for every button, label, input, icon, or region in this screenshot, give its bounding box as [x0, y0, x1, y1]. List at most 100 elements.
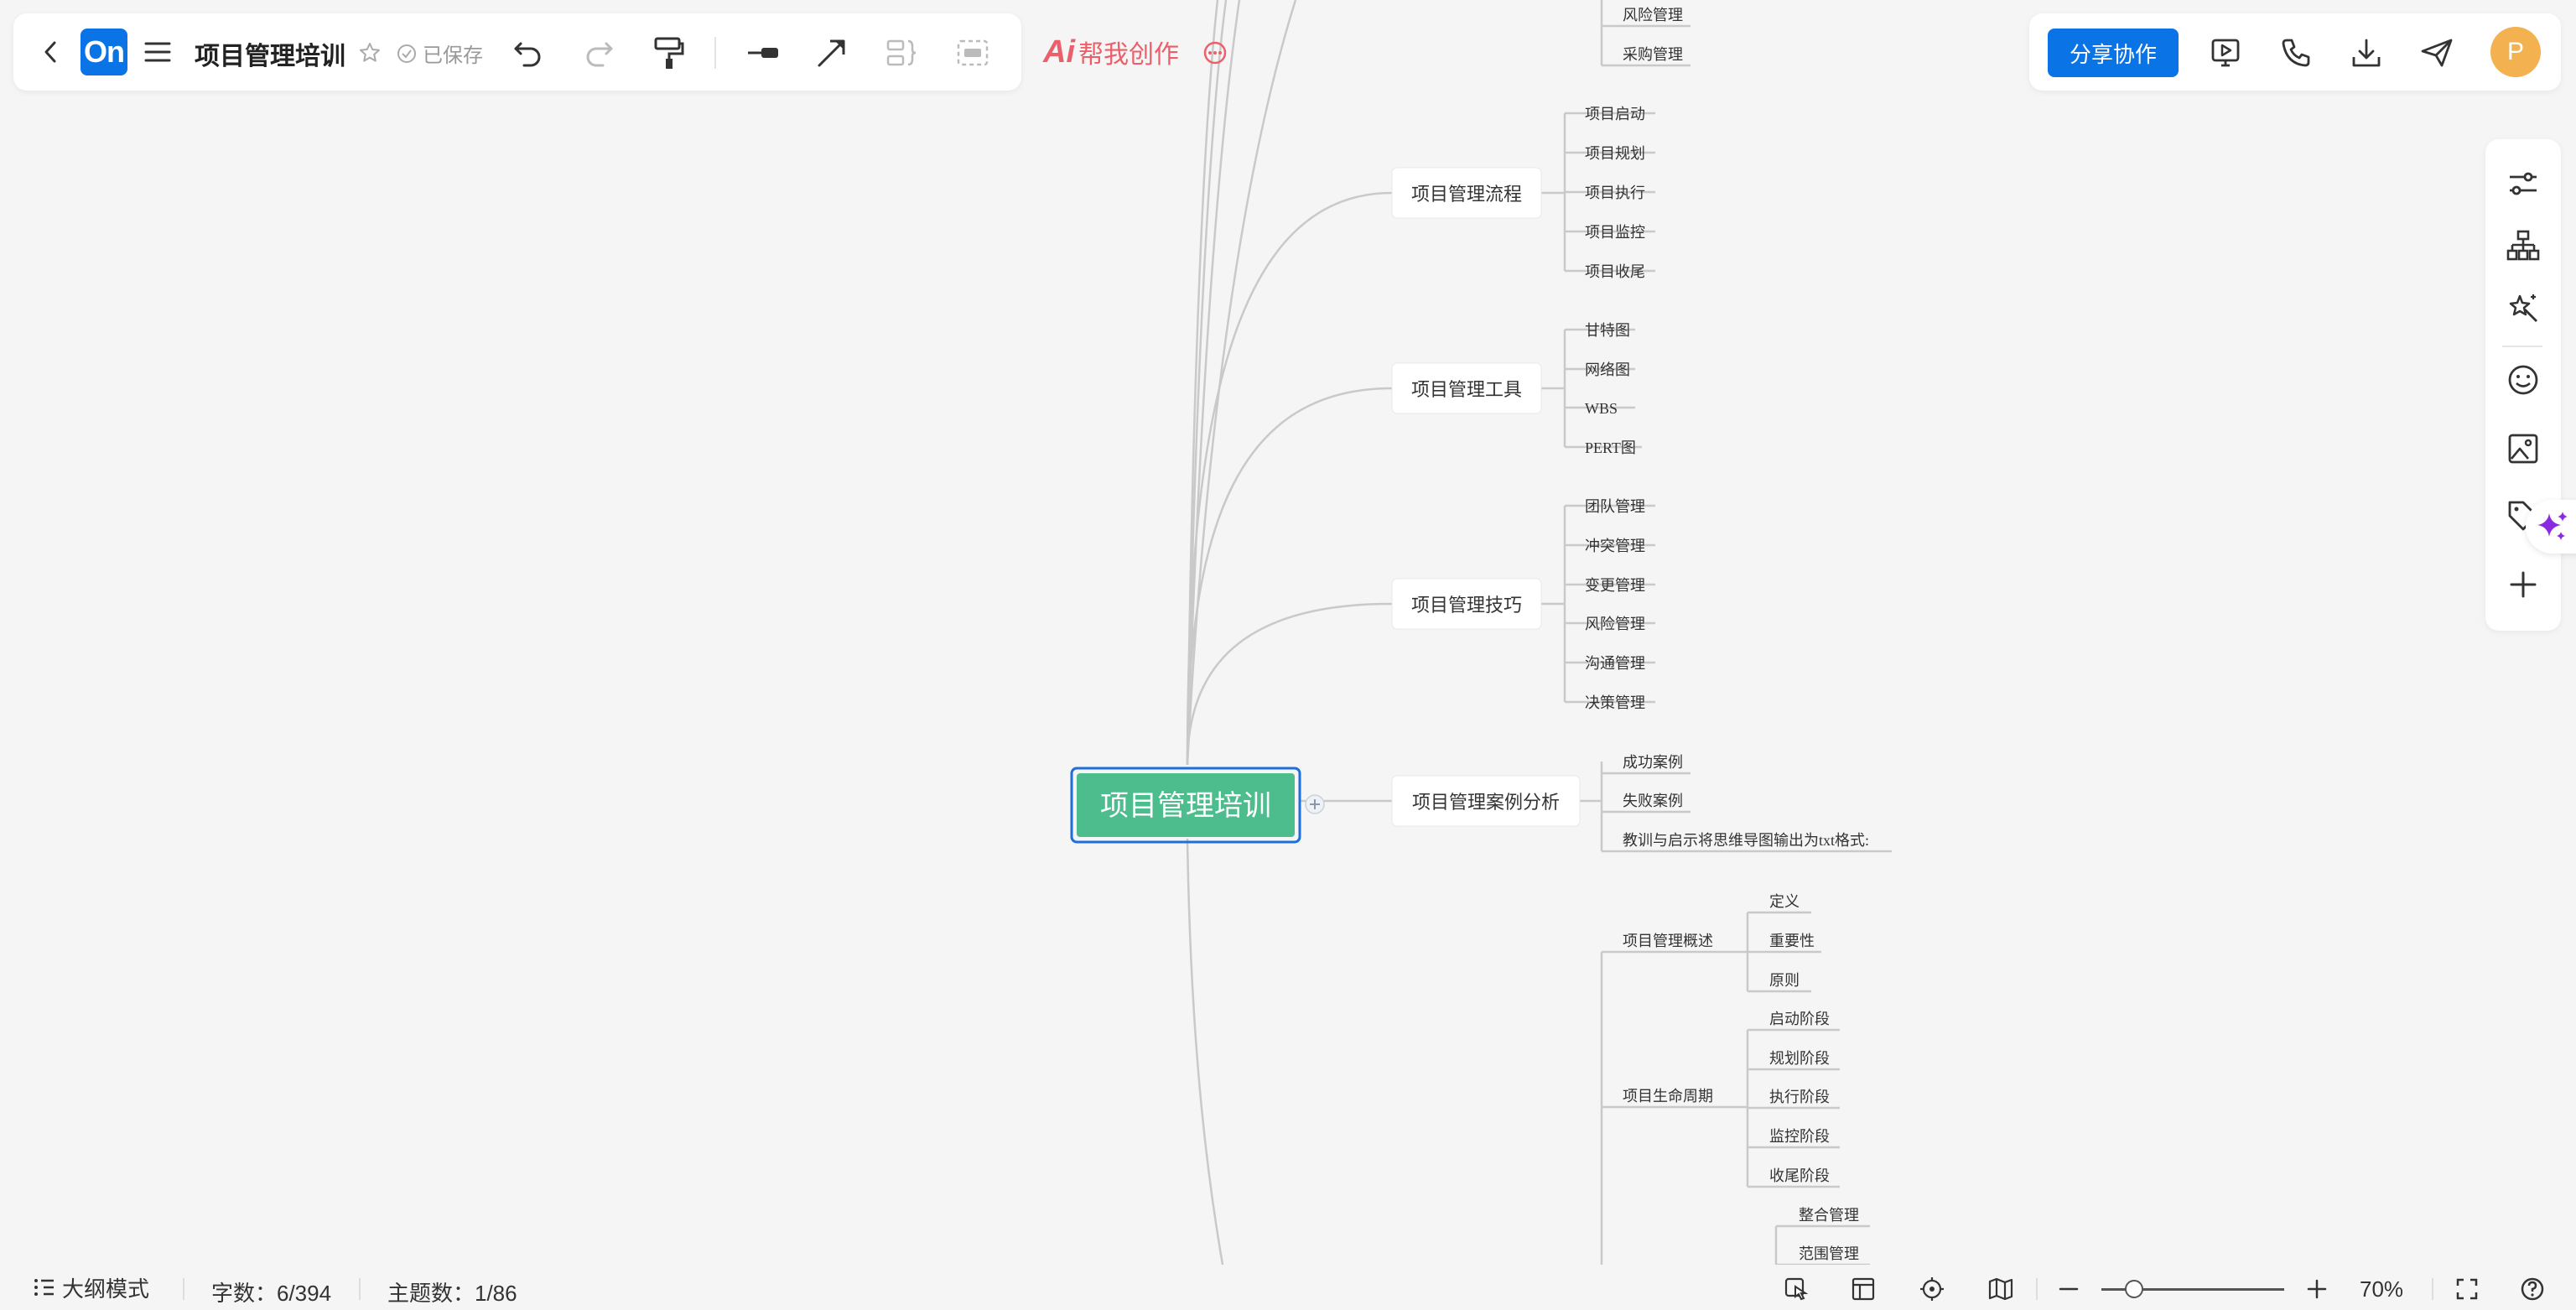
- app-logo[interactable]: On: [80, 29, 127, 75]
- root-node[interactable]: 项目管理培训: [1070, 767, 1301, 844]
- subtopic-change[interactable]: 变更管理: [1585, 577, 1645, 594]
- zoom-slider[interactable]: [2101, 1280, 2284, 1298]
- send-icon: [2421, 39, 2453, 67]
- subtopic-phase-plan[interactable]: 规划阶段: [1769, 1050, 1830, 1067]
- presentation-button[interactable]: [2205, 34, 2246, 72]
- outline-mode-button[interactable]: 大纲模式: [34, 1273, 149, 1302]
- redo-button[interactable]: [579, 34, 619, 72]
- relation-arrow-button[interactable]: [810, 32, 854, 74]
- save-status: 已保存: [396, 39, 483, 68]
- collaboration-mode-button[interactable]: [1779, 1273, 1813, 1305]
- fullscreen-button[interactable]: [2450, 1273, 2484, 1305]
- topic-case-analysis[interactable]: 项目管理案例分析: [1391, 775, 1581, 827]
- share-collaborate-button[interactable]: 分享协作: [2048, 29, 2179, 77]
- phone-icon: [2282, 39, 2310, 67]
- subtopic-phase-execute[interactable]: 执行阶段: [1769, 1089, 1830, 1105]
- check-circle-icon: [397, 44, 416, 63]
- subtopic-lessons[interactable]: 教训与启示将思维导图输出为txt格式:: [1623, 832, 1869, 849]
- format-painter-icon: [654, 37, 684, 69]
- subtopic-risk[interactable]: 风险管理: [1585, 616, 1645, 632]
- zoom-out-button[interactable]: [2053, 1273, 2085, 1305]
- locate-button[interactable]: [1915, 1273, 1949, 1305]
- subtopic-phase-monitor[interactable]: 监控阶段: [1769, 1128, 1830, 1145]
- arrow-icon: [818, 39, 845, 67]
- structure-icon: [2506, 230, 2540, 261]
- structure-button[interactable]: [2504, 226, 2542, 265]
- minus-icon: [2059, 1287, 2079, 1291]
- emoji-icon: [2508, 365, 2538, 395]
- subtopic-communication[interactable]: 沟通管理: [1585, 655, 1645, 672]
- send-button[interactable]: [2417, 34, 2457, 72]
- image-button[interactable]: [2504, 429, 2542, 468]
- layout-icon: [1852, 1277, 1875, 1301]
- document-title[interactable]: 项目管理培训: [195, 35, 345, 72]
- subtopic-risk-top[interactable]: 风险管理: [1623, 7, 1683, 23]
- user-avatar[interactable]: P: [2490, 27, 2541, 77]
- topic-project-flow[interactable]: 项目管理流程: [1391, 167, 1542, 219]
- subtopic-integration[interactable]: 整合管理: [1799, 1207, 1859, 1224]
- mindmap-canvas[interactable]: 项目管理培训 项目管理流程 项目管理工具 项目管理技巧 项目管理案例分析 项目启…: [0, 0, 2576, 1310]
- more-button[interactable]: [1199, 37, 1231, 69]
- ai-create-button[interactable]: Ai 帮我创作: [1043, 34, 1179, 70]
- presentation-icon: [2211, 39, 2240, 67]
- image-icon: [2508, 434, 2538, 464]
- call-button[interactable]: [2276, 34, 2316, 72]
- style-button[interactable]: [2504, 164, 2542, 203]
- ai-sparkle-button[interactable]: [2526, 500, 2576, 554]
- subtopic-gantt[interactable]: 甘特图: [1585, 322, 1630, 339]
- subtopic-network[interactable]: 网络图: [1585, 361, 1630, 378]
- subtopic-principles[interactable]: 原则: [1769, 972, 1800, 989]
- zoom-in-button[interactable]: [2301, 1273, 2333, 1305]
- subtopic-monitor[interactable]: 项目监控: [1585, 224, 1645, 241]
- zoom-level[interactable]: 70%: [2360, 1276, 2403, 1302]
- subtopic-success[interactable]: 成功案例: [1623, 754, 1683, 771]
- line-style-button[interactable]: [741, 34, 785, 72]
- format-painter-button[interactable]: [647, 32, 691, 74]
- svg-text:项目管理流程: 项目管理流程: [1411, 184, 1522, 205]
- summary-button[interactable]: [880, 32, 924, 74]
- root-label: 项目管理培训: [1100, 790, 1271, 822]
- expand-toggle[interactable]: [1305, 794, 1325, 814]
- subtopic-close[interactable]: 项目收尾: [1585, 263, 1645, 280]
- download-button[interactable]: [2346, 34, 2386, 72]
- layout-button[interactable]: [1846, 1273, 1880, 1305]
- subtopic-execute[interactable]: 项目执行: [1585, 185, 1645, 201]
- subtopic-phase-close[interactable]: 收尾阶段: [1769, 1167, 1830, 1184]
- magic-button[interactable]: [2504, 289, 2542, 327]
- ai-sparkle-icon: [2537, 512, 2568, 540]
- subtopic-procurement[interactable]: 采购管理: [1623, 46, 1683, 63]
- help-button[interactable]: [2516, 1273, 2549, 1305]
- subtopic-phase-start[interactable]: 启动阶段: [1769, 1011, 1830, 1027]
- topic-count: 主题数：1/86: [387, 1281, 517, 1306]
- topic-project-tools[interactable]: 项目管理工具: [1391, 362, 1542, 414]
- subtopic-plan[interactable]: 项目规划: [1585, 145, 1645, 162]
- subtopic-pert[interactable]: PERT图: [1585, 439, 1636, 456]
- side-divider: [2502, 346, 2542, 347]
- subtopic-start[interactable]: 项目启动: [1585, 106, 1645, 122]
- subtopic-definition[interactable]: 定义: [1769, 893, 1800, 910]
- subtopic-failure[interactable]: 失败案例: [1623, 793, 1683, 809]
- subtopic-team[interactable]: 团队管理: [1585, 498, 1645, 515]
- map-icon: [1988, 1277, 2013, 1301]
- redo-icon: [586, 42, 613, 67]
- subtopic-wbs[interactable]: WBS: [1585, 400, 1618, 417]
- chevron-left-icon: [44, 41, 56, 63]
- undo-button[interactable]: [508, 34, 548, 72]
- svg-text:项目管理技巧: 项目管理技巧: [1411, 595, 1522, 616]
- back-button[interactable]: [34, 34, 67, 70]
- topic-project-skills[interactable]: 项目管理技巧: [1391, 578, 1542, 630]
- minimap-button[interactable]: [1984, 1273, 2018, 1305]
- subtopic-decision[interactable]: 决策管理: [1585, 694, 1645, 711]
- subtopic-scope[interactable]: 范围管理: [1799, 1245, 1859, 1262]
- subtopic-lifecycle[interactable]: 项目生命周期: [1623, 1088, 1713, 1105]
- subtopic-overview[interactable]: 项目管理概述: [1623, 933, 1713, 949]
- add-button[interactable]: [2504, 565, 2542, 604]
- zoom-slider-thumb[interactable]: [2125, 1280, 2144, 1298]
- favorite-button[interactable]: [356, 39, 384, 67]
- subtopic-conflict[interactable]: 冲突管理: [1585, 538, 1645, 554]
- locate-icon: [1920, 1277, 1944, 1301]
- emoji-button[interactable]: [2504, 361, 2542, 399]
- boundary-button[interactable]: [951, 32, 995, 74]
- menu-button[interactable]: [141, 35, 174, 69]
- subtopic-importance[interactable]: 重要性: [1769, 933, 1815, 949]
